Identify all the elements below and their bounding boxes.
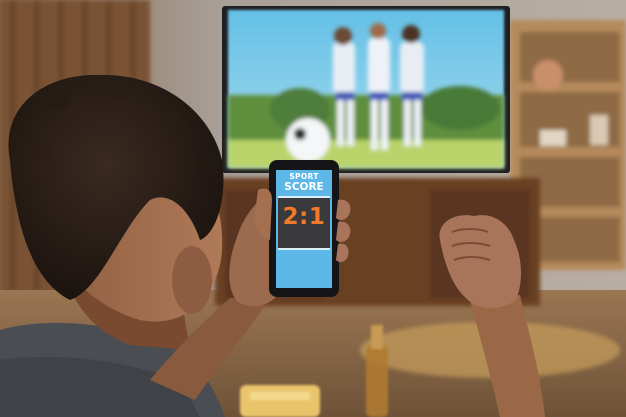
score-value: 2:1 <box>282 204 326 230</box>
phone-screen: SPORT SCORE 2:1 <box>276 170 332 288</box>
photo-scene: SPORT SCORE 2:1 <box>0 0 626 417</box>
sport-label: SPORT <box>289 172 319 181</box>
television <box>222 6 510 173</box>
score-label: SCORE <box>284 181 324 193</box>
